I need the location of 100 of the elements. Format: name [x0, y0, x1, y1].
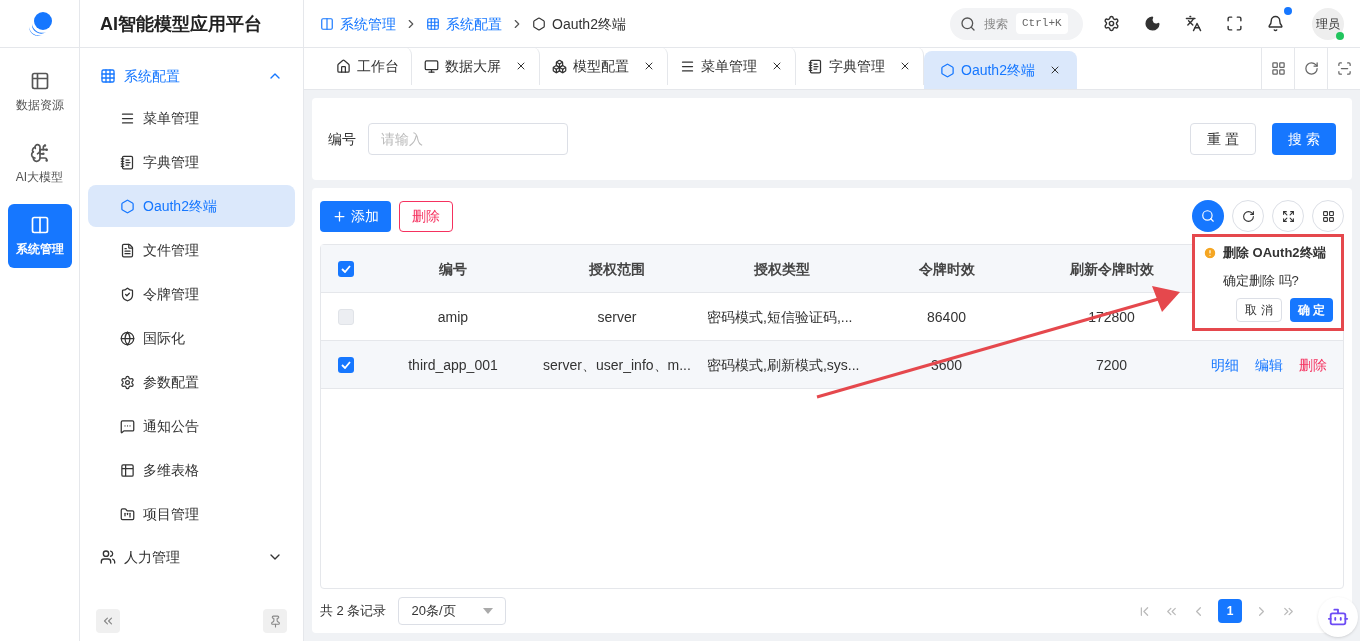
shortcut-key: Ctrl+K — [1016, 13, 1068, 34]
input-field[interactable]: 请输入 — [368, 123, 568, 155]
home-icon — [336, 58, 351, 74]
reset-button[interactable]: 重 置 — [1190, 123, 1257, 155]
sidebar-item[interactable]: 令牌管理 — [88, 273, 295, 315]
translate-icon[interactable] — [1185, 15, 1202, 32]
bell-icon[interactable] — [1267, 15, 1284, 32]
breadcrumb-link[interactable]: 系统管理 — [320, 13, 396, 34]
confirm-button[interactable]: 确 定 — [1289, 298, 1333, 322]
column-header: 令牌时效 — [917, 259, 976, 279]
notebook-icon — [120, 154, 135, 170]
table-cell-text: amip — [436, 307, 470, 327]
field-label: 编号 — [328, 130, 356, 149]
collapse-button[interactable] — [96, 609, 120, 633]
checkbox[interactable] — [338, 308, 354, 325]
check-icon — [341, 264, 351, 273]
rail-item[interactable]: AI大模型 — [7, 132, 72, 196]
rail-item[interactable]: 数据资源 — [7, 60, 72, 124]
refresh-icon[interactable] — [1303, 61, 1319, 76]
shield-icon — [120, 286, 135, 302]
caret-icon — [483, 608, 494, 614]
table-cell-text: 密码模式,短信验证码,... — [706, 307, 854, 327]
grid-icon — [426, 16, 440, 31]
page-number[interactable]: 1 — [1218, 599, 1242, 623]
total-count: 共 2 条记录 — [320, 602, 387, 621]
action-link[interactable]: 明细 — [1211, 354, 1239, 375]
table-cell-text: third_app_001 — [407, 355, 499, 375]
rail-item[interactable]: 系统管理 — [7, 204, 72, 268]
users-icon — [100, 549, 116, 565]
list-icon — [120, 110, 135, 126]
close-icon[interactable] — [771, 60, 783, 72]
table-icon — [120, 462, 135, 478]
settings-icon[interactable] — [1103, 15, 1120, 32]
tab[interactable]: 工作台 — [324, 47, 412, 85]
chat-icon — [120, 418, 135, 434]
page-size-select[interactable]: 20条/页 — [398, 597, 507, 625]
sidebar-item[interactable]: 项目管理 — [88, 493, 295, 535]
gear-icon — [120, 374, 135, 390]
table-cell-text: server — [596, 307, 638, 327]
table-cell-text: 86400 — [926, 307, 967, 327]
plus-icon — [332, 208, 347, 224]
hexagon-icon — [940, 62, 955, 78]
search-icon — [960, 15, 976, 32]
grid-icon — [100, 68, 116, 84]
search-field[interactable]: 搜索 Ctrl+K — [950, 7, 1083, 40]
globe-icon — [120, 330, 135, 346]
grid-icon[interactable] — [1270, 61, 1286, 76]
search-button[interactable] — [1192, 200, 1224, 232]
check-icon — [341, 360, 351, 369]
avatar[interactable]: 理员 — [1312, 7, 1344, 40]
robot-icon — [1327, 606, 1349, 628]
expand-icon — [1281, 209, 1295, 223]
sidebar-item[interactable]: 菜单管理 — [88, 97, 295, 139]
sidebar-item[interactable]: 国际化 — [88, 317, 295, 359]
sidebar-item[interactable]: 多维表格 — [88, 449, 295, 491]
sidebar-item[interactable]: 文件管理 — [88, 229, 295, 271]
column-header: 刷新令牌时效 — [1068, 259, 1155, 279]
grid-icon — [1321, 209, 1335, 223]
panels-icon — [29, 215, 50, 235]
table-icon — [29, 71, 50, 91]
sidebar-item[interactable]: 通知公告 — [88, 405, 295, 447]
close-icon[interactable] — [899, 60, 911, 72]
tab[interactable]: 模型配置 — [540, 47, 668, 85]
panels-icon — [320, 16, 334, 31]
monitor-icon — [424, 58, 439, 74]
popconfirm-message: 确定删除 吗? — [1222, 271, 1300, 290]
add-button[interactable]: 添加 — [320, 200, 391, 232]
boxes-icon — [552, 58, 567, 74]
sidebar-item[interactable]: 字典管理 — [88, 141, 295, 183]
file-icon — [120, 242, 135, 258]
moon-icon[interactable] — [1144, 15, 1161, 32]
menu-group[interactable]: 人力管理 — [88, 536, 295, 578]
hexagon-icon — [120, 198, 135, 214]
sidebar-item[interactable]: 参数配置 — [88, 361, 295, 403]
tab[interactable]: 数据大屏 — [412, 47, 540, 85]
table-cell-text: server、user_info、m... — [542, 355, 692, 375]
fullscreen-icon[interactable] — [1226, 15, 1243, 32]
refresh-icon — [1241, 209, 1255, 223]
scan-icon[interactable] — [1336, 61, 1352, 76]
cancel-button[interactable]: 取 消 — [1236, 298, 1282, 322]
pin-button[interactable] — [263, 609, 287, 633]
close-icon[interactable] — [515, 60, 527, 72]
action-link[interactable]: 编辑 — [1255, 354, 1283, 375]
warning-icon — [1203, 245, 1217, 260]
breadcrumb-link[interactable]: Oauth2终端 — [532, 13, 626, 34]
breadcrumb-link[interactable]: 系统配置 — [426, 13, 502, 34]
table-cell-text: 密码模式,刷新模式,sys... — [706, 355, 861, 375]
search-icon — [1201, 209, 1215, 223]
checkbox[interactable] — [338, 260, 354, 277]
action-link[interactable]: 删除 — [1299, 354, 1327, 375]
kanban-icon — [120, 506, 135, 522]
hexagon-icon — [532, 16, 546, 31]
popconfirm-title: 删除 OAuth2终端 — [1223, 244, 1326, 262]
close-icon[interactable] — [643, 60, 655, 72]
column-header: 授权范围 — [588, 259, 646, 279]
delete-button[interactable]: 删除 — [399, 200, 453, 232]
menu-group[interactable]: 系统配置 — [88, 56, 295, 96]
tab[interactable]: 菜单管理 — [668, 47, 796, 85]
checkbox[interactable] — [338, 356, 354, 373]
search-button[interactable]: 搜 索 — [1272, 123, 1336, 155]
